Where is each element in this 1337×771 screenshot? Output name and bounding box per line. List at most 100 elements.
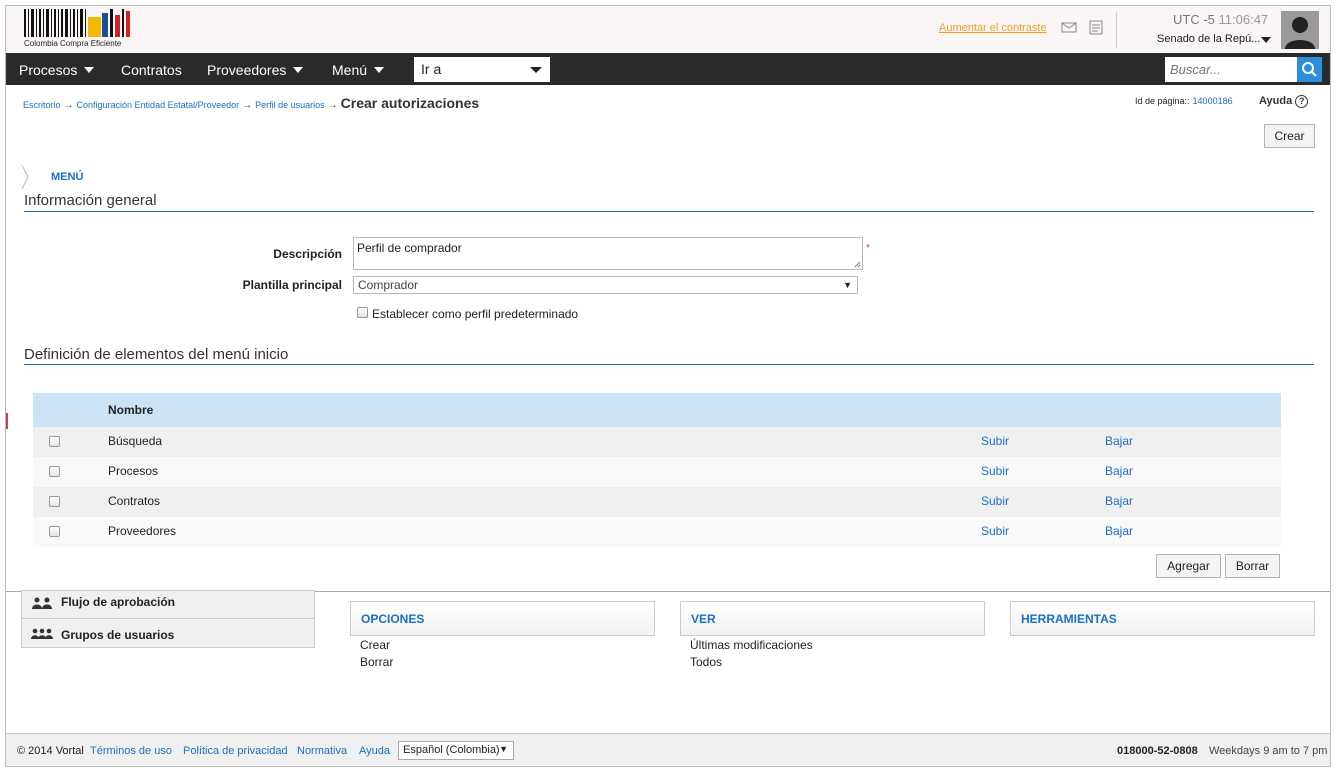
help-link[interactable]: Ayuda? xyxy=(1259,95,1309,108)
view-recent-link[interactable]: Últimas modificaciones xyxy=(690,638,813,652)
move-up-link[interactable]: Subir xyxy=(981,434,1009,448)
nav-proveedores[interactable]: Proveedores xyxy=(207,62,304,78)
contrast-link[interactable]: Aumentar el contraste xyxy=(939,22,1047,34)
default-profile-label: Establecer como perfil predeterminado xyxy=(372,307,579,321)
move-down-link[interactable]: Bajar xyxy=(1105,464,1133,478)
view-all-link[interactable]: Todos xyxy=(690,655,722,669)
row-checkbox[interactable] xyxy=(49,496,60,507)
section-menu-title: Definición de elementos del menú inicio xyxy=(24,346,289,363)
default-profile-checkbox[interactable] xyxy=(357,307,368,318)
clock-time: 11:06:47 xyxy=(1218,12,1269,27)
chevron-down-icon: ▼ xyxy=(843,280,852,290)
delete-button[interactable]: Borrar xyxy=(1225,554,1280,578)
template-select[interactable]: Comprador ▼ xyxy=(353,276,858,294)
table-row: Procesos Subir Bajar xyxy=(33,457,1281,487)
side-item-grupos[interactable]: Grupos de usuarios xyxy=(22,620,314,648)
page-id: Id de página:: 14000186 xyxy=(1135,96,1233,106)
menu-items-table: Nombre Búsqueda Subir Bajar Procesos Sub… xyxy=(33,393,1281,547)
chevron-down-icon[interactable] xyxy=(1261,37,1271,43)
footer-normativa-link[interactable]: Normativa xyxy=(297,745,347,757)
chevron-right-icon[interactable] xyxy=(21,164,29,190)
help-icon: ? xyxy=(1295,95,1309,108)
row-checkbox[interactable] xyxy=(49,436,60,447)
tools-title: HERRAMIENTAS xyxy=(1021,612,1117,626)
template-value: Comprador xyxy=(358,278,419,292)
nav-contratos[interactable]: Contratos xyxy=(121,62,182,78)
description-field[interactable]: Perfil de comprador xyxy=(353,237,863,270)
row-name: Proveedores xyxy=(108,524,177,538)
breadcrumb-perfil[interactable]: Perfil de usuarios xyxy=(255,100,325,110)
nav-procesos-label: Procesos xyxy=(19,62,78,78)
create-button[interactable]: Crear xyxy=(1264,124,1315,148)
breadcrumb-configuracion[interactable]: Configuración Entidad Estatal/Proveedor xyxy=(77,100,240,110)
avatar[interactable] xyxy=(1281,11,1319,49)
side-item-flujo[interactable]: Flujo de aprobación xyxy=(22,591,314,619)
move-up-link[interactable]: Subir xyxy=(981,494,1009,508)
row-name: Búsqueda xyxy=(108,434,163,448)
entity-selector[interactable]: Senado de la Repú... xyxy=(1157,33,1260,45)
arrow-right-icon: → xyxy=(242,100,253,111)
search-button[interactable] xyxy=(1297,57,1322,82)
tools-box: HERRAMIENTAS xyxy=(1010,601,1315,636)
section-divider xyxy=(24,211,1314,212)
footer-privacy-link[interactable]: Política de privacidad xyxy=(183,745,288,757)
mail-icon[interactable] xyxy=(1061,21,1077,34)
user-silhouette-icon xyxy=(1285,17,1315,49)
options-box: OPCIONES xyxy=(350,601,655,636)
chevron-down-icon xyxy=(84,67,95,73)
nav-procesos[interactable]: Procesos xyxy=(19,62,95,78)
clock: UTC -5 11:06:47 xyxy=(1173,12,1268,27)
view-title: VER xyxy=(691,612,716,626)
page-id-value[interactable]: 14000186 xyxy=(1193,96,1233,106)
arrow-right-icon: → xyxy=(327,100,338,111)
menu-toggle[interactable]: MENÚ xyxy=(51,171,83,183)
help-label: Ayuda xyxy=(1259,95,1293,107)
side-item-label: Grupos de usuarios xyxy=(61,628,175,642)
language-value: Español (Colombia) xyxy=(403,744,500,756)
footer: © 2014 Vortal Términos de uso Política d… xyxy=(6,733,1330,766)
edge-marker xyxy=(6,413,8,429)
nav-menu[interactable]: Menú xyxy=(332,62,385,78)
description-value: Perfil de comprador xyxy=(357,241,462,255)
options-title: OPCIONES xyxy=(361,612,425,626)
language-select[interactable]: Español (Colombia) ▼ xyxy=(398,741,514,760)
breadcrumb-escritorio[interactable]: Escritorio xyxy=(23,100,61,110)
app-window: Colombia Compra Eficiente Aumentar el co… xyxy=(5,5,1331,767)
move-down-link[interactable]: Bajar xyxy=(1105,494,1133,508)
move-down-link[interactable]: Bajar xyxy=(1105,434,1133,448)
required-asterisk: * xyxy=(866,243,870,254)
option-delete-link[interactable]: Borrar xyxy=(360,655,393,669)
support-hours: Weekdays 9 am to 7 pm xyxy=(1209,745,1328,757)
user-group-icon xyxy=(31,628,53,639)
timezone-label: UTC -5 xyxy=(1173,12,1215,27)
move-down-link[interactable]: Bajar xyxy=(1105,524,1133,538)
add-button[interactable]: Agregar xyxy=(1156,554,1221,578)
page-id-label: Id de página:: xyxy=(1135,96,1190,106)
approval-flow-icon xyxy=(32,597,52,609)
row-name: Contratos xyxy=(108,494,161,508)
view-box: VER xyxy=(680,601,985,636)
logo[interactable]: Colombia Compra Eficiente xyxy=(24,9,134,49)
section-general-title: Información general xyxy=(24,192,157,209)
chevron-down-icon: ▼ xyxy=(499,744,508,754)
goto-select[interactable]: Ir a xyxy=(414,57,550,82)
top-header: Colombia Compra Eficiente Aumentar el co… xyxy=(6,6,1330,53)
document-icon[interactable] xyxy=(1089,20,1103,35)
row-checkbox[interactable] xyxy=(49,466,60,477)
search-input[interactable] xyxy=(1165,57,1297,82)
table-body: Búsqueda Subir Bajar Procesos Subir Baja… xyxy=(33,427,1281,547)
move-up-link[interactable]: Subir xyxy=(981,464,1009,478)
header-divider xyxy=(1116,12,1117,48)
breadcrumb: Escritorio → Configuración Entidad Estatal… xyxy=(23,95,479,111)
logo-text: Colombia Compra Eficiente xyxy=(24,39,122,48)
row-checkbox[interactable] xyxy=(49,526,60,537)
footer-terms-link[interactable]: Términos de uso xyxy=(90,745,172,757)
barcode-logo-icon xyxy=(24,9,130,37)
option-create-link[interactable]: Crear xyxy=(360,638,390,652)
footer-help-link[interactable]: Ayuda xyxy=(359,745,390,757)
move-up-link[interactable]: Subir xyxy=(981,524,1009,538)
resize-handle-icon[interactable] xyxy=(854,261,861,268)
description-label: Descripción xyxy=(273,247,342,261)
search-icon xyxy=(1302,62,1317,77)
chevron-down-icon xyxy=(374,67,385,73)
